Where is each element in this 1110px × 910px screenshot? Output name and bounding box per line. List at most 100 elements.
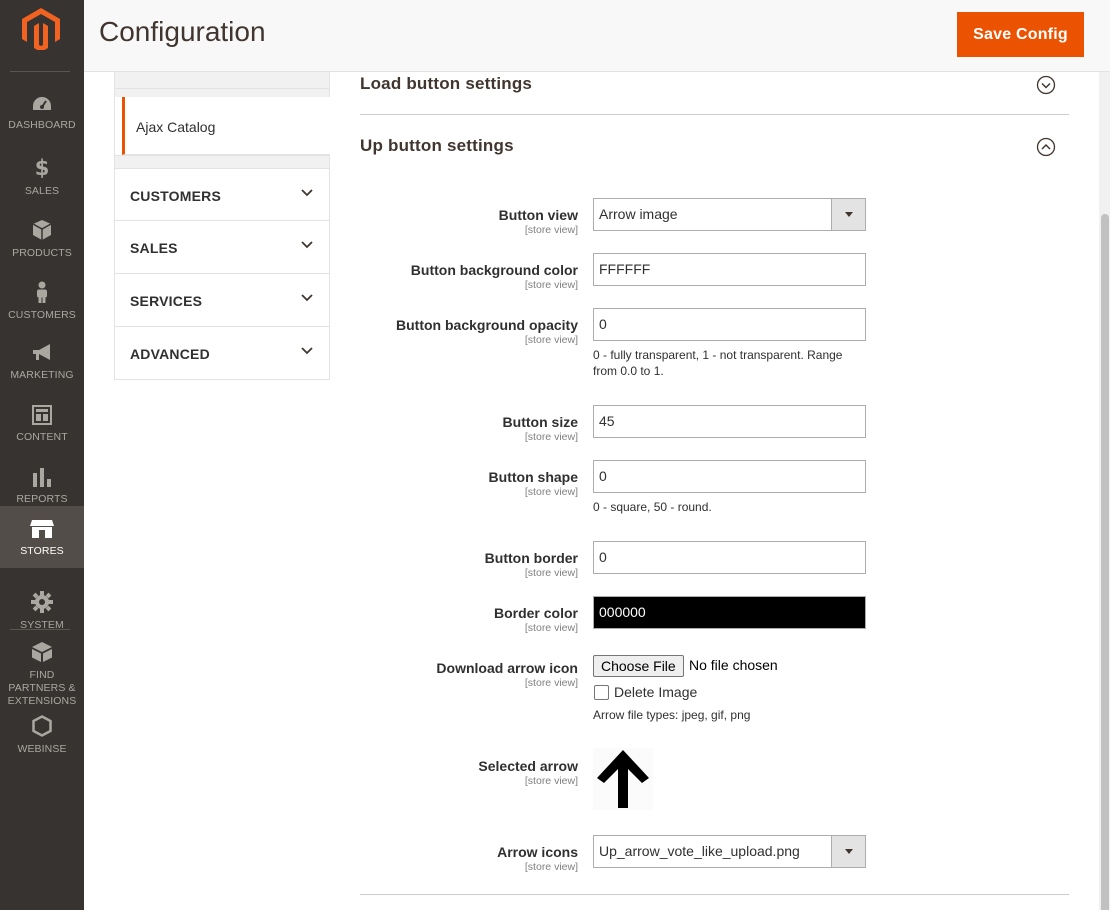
scope-label: [store view] [524, 279, 578, 291]
tab-group-label: CUSTOMERS [130, 188, 221, 204]
tab-group-sales[interactable]: SALES [114, 221, 330, 274]
scope-label: [store view] [524, 677, 578, 689]
menu-item-stores[interactable]: STORES [0, 506, 84, 568]
menu-item-products[interactable]: PRODUCTS [0, 206, 84, 268]
field-label: Button background color [410, 262, 578, 278]
select-value: Arrow image [599, 206, 678, 222]
scope-label: [store view] [524, 224, 578, 236]
dropdown-arrow-icon [831, 199, 865, 230]
box-icon [32, 220, 52, 240]
border-color-input[interactable]: 000000 [593, 596, 866, 629]
button-size-input[interactable]: 45 [593, 405, 866, 438]
dashboard-icon [33, 97, 51, 110]
scope-label: [store view] [524, 431, 578, 443]
menu-item-find-partners[interactable]: FIND PARTNERS & EXTENSIONS [0, 628, 84, 707]
menu-item-webinse[interactable]: WEBINSE [0, 702, 84, 764]
magento-logo-icon[interactable] [22, 8, 60, 50]
tab-group-label: SALES [130, 240, 178, 256]
up-arrow-icon [593, 748, 653, 810]
button-view-select[interactable]: Arrow image [593, 198, 866, 231]
tab-label: Ajax Catalog [136, 119, 216, 135]
field-label: Button size [502, 414, 578, 430]
chevron-down-icon [301, 189, 313, 197]
arrow-icons-select[interactable]: Up_arrow_vote_like_upload.png [593, 835, 866, 868]
megaphone-icon [33, 344, 50, 360]
tabs-sub-gutter [114, 97, 122, 155]
menu-label: SALES [24, 185, 60, 197]
tab-group-customers[interactable]: CUSTOMERS [114, 168, 330, 221]
menu-item-sales[interactable]: $ SALES [0, 144, 84, 206]
tab-group-advanced[interactable]: ADVANCED [114, 327, 330, 380]
delete-image-checkbox[interactable] [594, 685, 609, 700]
bar-chart-icon [33, 468, 51, 487]
menu-label: DASHBOARD [8, 119, 76, 131]
scope-label: [store view] [524, 334, 578, 346]
select-value: Up_arrow_vote_like_upload.png [599, 843, 800, 859]
tab-group-label: ADVANCED [130, 346, 210, 362]
delete-image-label[interactable]: Delete Image [614, 684, 697, 700]
tab-group-services[interactable]: SERVICES [114, 274, 330, 327]
scope-label: [store view] [524, 861, 578, 873]
scope-label: [store view] [524, 486, 578, 498]
person-icon [37, 281, 47, 303]
field-label: Border color [493, 605, 578, 621]
file-status: No file chosen [689, 657, 778, 673]
field-note: 0 - fully transparent, 1 - not transpare… [593, 348, 843, 378]
dollar-icon: $ [35, 157, 50, 179]
layout-icon [32, 405, 52, 425]
dropdown-arrow-icon [831, 836, 865, 867]
menu-item-marketing[interactable]: MARKETING [0, 330, 84, 392]
menu-label: STORES [20, 545, 64, 557]
field-label: Selected arrow [478, 758, 578, 774]
chevron-down-icon [301, 241, 313, 249]
menu-divider [10, 71, 70, 72]
field-label: Button shape [488, 469, 578, 485]
expand-circle-icon[interactable] [1036, 75, 1056, 95]
collapse-circle-icon[interactable] [1036, 137, 1056, 157]
tabs-divider [114, 88, 330, 89]
scope-label: [store view] [524, 775, 578, 787]
field-label: Button view [498, 207, 578, 223]
menu-label: WEBINSE [17, 743, 67, 755]
hexagon-icon [32, 715, 52, 737]
button-shape-input[interactable]: 0 [593, 460, 866, 493]
section-title-up-button[interactable]: Up button settings [360, 136, 514, 156]
page-title: Configuration [99, 16, 266, 47]
svg-text:$: $ [35, 157, 50, 179]
menu-item-content[interactable]: CONTENT [0, 392, 84, 454]
gear-icon [31, 591, 53, 613]
field-label: Button background opacity [396, 317, 578, 333]
menu-label: MARKETING [10, 369, 74, 381]
page-scrollbar[interactable] [1099, 72, 1110, 910]
blocks-icon [32, 642, 52, 662]
store-icon [30, 520, 54, 538]
menu-label: CUSTOMERS [8, 309, 76, 321]
choose-file-button[interactable]: Choose File [593, 655, 684, 677]
chevron-down-icon [301, 294, 313, 302]
scrollbar-thumb[interactable] [1101, 214, 1109, 910]
background-opacity-input[interactable]: 0 [593, 308, 866, 341]
tabs-spacer [114, 155, 330, 168]
field-label: Download arrow icon [436, 660, 578, 676]
scope-label: [store view] [524, 567, 578, 579]
section-divider [360, 894, 1069, 895]
field-label: Arrow icons [497, 844, 578, 860]
field-note: Arrow file types: jpeg, gif, png [593, 708, 751, 722]
save-config-button[interactable]: Save Config [957, 12, 1084, 57]
menu-item-dashboard[interactable]: DASHBOARD [0, 82, 84, 144]
menu-item-customers[interactable]: CUSTOMERS [0, 268, 84, 330]
admin-menu: DASHBOARD $ SALES PRODUCTS CUSTOMERS MAR… [0, 0, 84, 910]
menu-label: CONTENT [16, 431, 68, 443]
button-border-input[interactable]: 0 [593, 541, 866, 574]
section-title-load-button[interactable]: Load button settings [360, 74, 532, 94]
field-label: Button border [484, 550, 578, 566]
tabs-spacer [114, 72, 330, 97]
chevron-down-icon [301, 347, 313, 355]
scope-label: [store view] [524, 622, 578, 634]
tab-ajax-catalog[interactable]: Ajax Catalog [122, 97, 330, 155]
tab-group-label: SERVICES [130, 293, 203, 309]
page-header: Configuration Save Config [84, 0, 1110, 72]
menu-label: REPORTS [16, 493, 68, 505]
background-color-input[interactable]: FFFFFF [593, 253, 866, 286]
menu-label: PRODUCTS [12, 247, 72, 259]
